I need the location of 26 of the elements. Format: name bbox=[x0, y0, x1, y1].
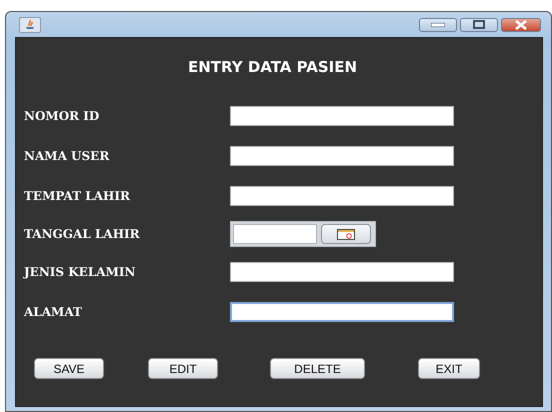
input-field[interactable] bbox=[230, 262, 454, 282]
maximize-icon bbox=[473, 20, 485, 29]
app-icon bbox=[19, 16, 41, 32]
minimize-icon bbox=[431, 22, 445, 26]
input-field[interactable] bbox=[230, 302, 454, 322]
action-button[interactable]: SAVE bbox=[34, 358, 104, 379]
input-field[interactable] bbox=[230, 186, 454, 206]
close-button[interactable] bbox=[501, 18, 541, 32]
action-button[interactable]: EXIT bbox=[418, 358, 480, 379]
field-label: TEMPAT LAHIR bbox=[24, 189, 131, 203]
input-field[interactable] bbox=[230, 106, 454, 126]
field-label: ALAMAT bbox=[24, 305, 83, 319]
field-label: TANGGAL LAHIR bbox=[24, 227, 141, 241]
minimize-button[interactable] bbox=[419, 18, 457, 32]
date-field[interactable] bbox=[233, 224, 317, 244]
close-icon bbox=[514, 20, 528, 30]
field-label: NAMA USER bbox=[24, 149, 110, 163]
field-label: JENIS KELAMIN bbox=[24, 265, 136, 279]
action-button[interactable]: EDIT bbox=[148, 358, 218, 379]
maximize-button[interactable] bbox=[460, 18, 498, 32]
calendar-icon bbox=[337, 228, 355, 240]
calendar-button[interactable] bbox=[321, 224, 371, 244]
input-field[interactable] bbox=[230, 146, 454, 166]
action-button[interactable]: DELETE bbox=[270, 358, 365, 379]
form-title: ENTRY DATA PASIEN bbox=[186, 58, 358, 76]
field-label: NOMOR ID bbox=[24, 109, 100, 123]
